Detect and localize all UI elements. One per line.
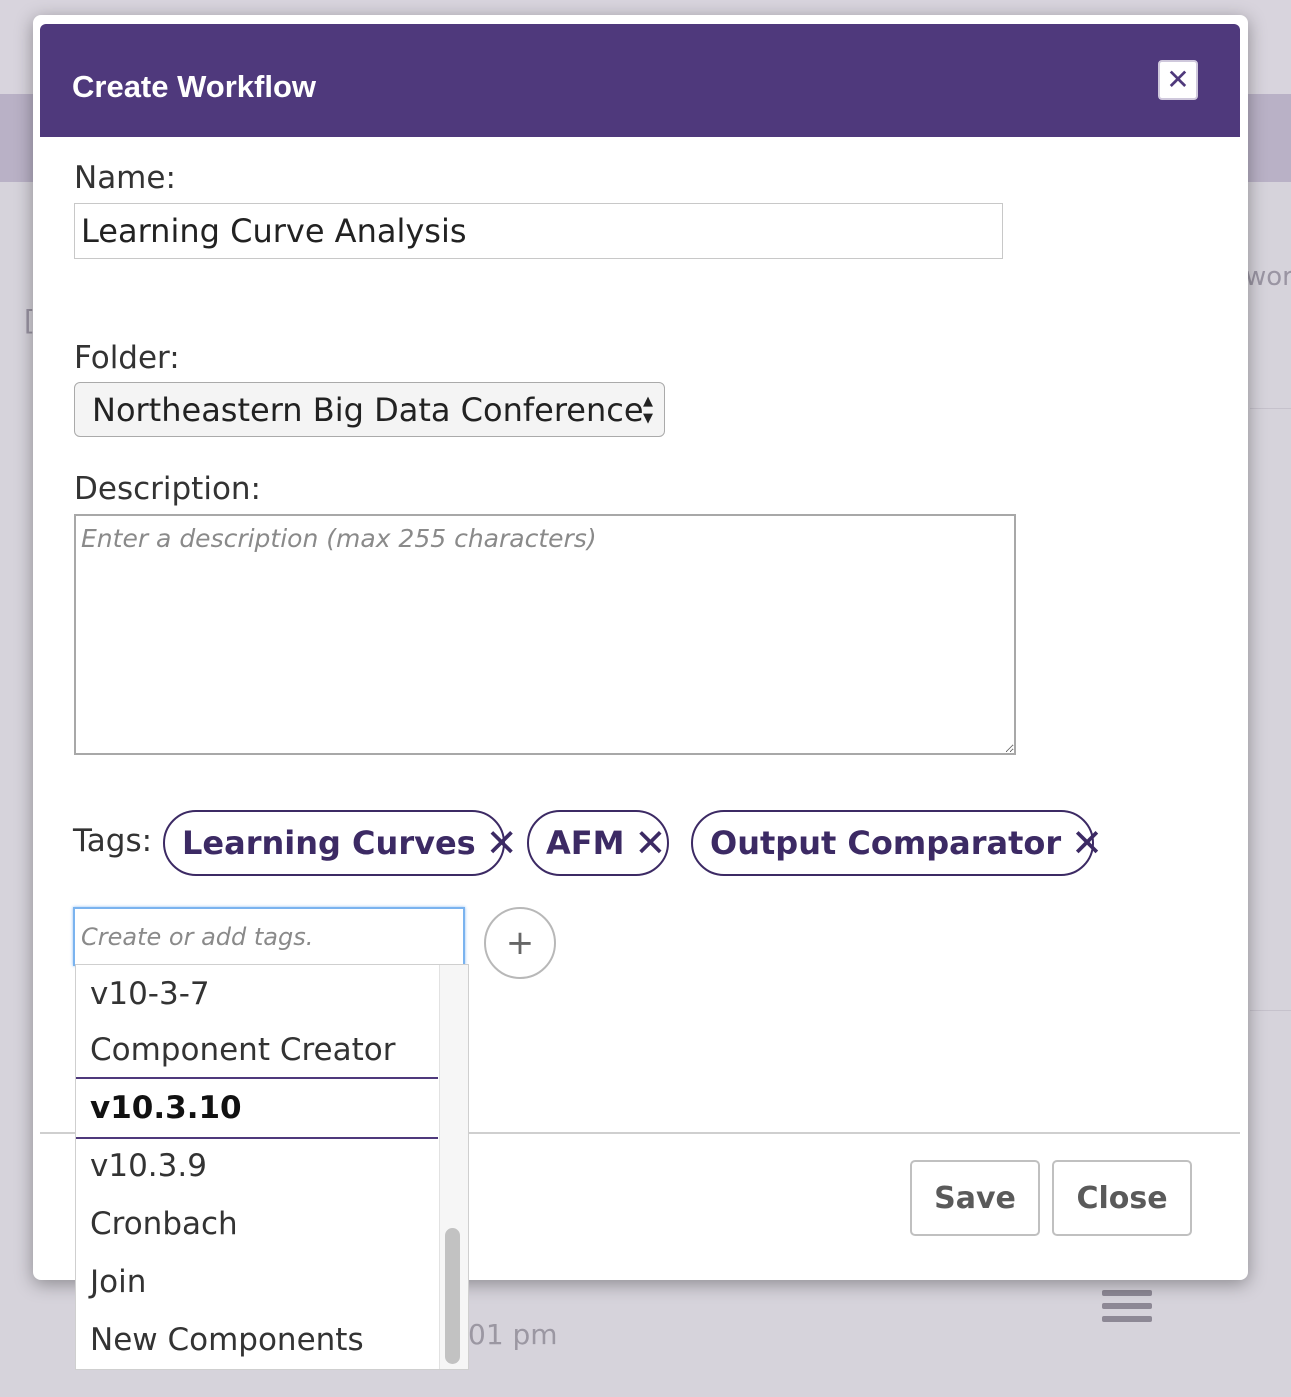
description-label: Description: <box>74 471 261 507</box>
tags-label: Tags: <box>73 823 153 859</box>
dropdown-item[interactable]: New Components <box>76 1311 438 1369</box>
folder-select-value: Northeastern Big Data Conference <box>92 390 644 429</box>
tag-label: Output Comparator <box>710 824 1062 862</box>
close-button[interactable]: Close <box>1052 1160 1192 1236</box>
tag-label: Learning Curves <box>182 824 476 862</box>
name-input[interactable] <box>74 203 1003 259</box>
description-textarea[interactable] <box>74 514 1016 755</box>
close-icon[interactable]: ✕ <box>1158 60 1198 100</box>
dropdown-item[interactable]: v10-3-7 <box>76 965 438 1023</box>
hamburger-menu-icon[interactable] <box>1102 1290 1152 1329</box>
tag-output-comparator: Output Comparator ✕ <box>691 810 1103 876</box>
name-label: Name: <box>74 160 176 196</box>
dropdown-item[interactable]: Component Creator <box>76 1021 438 1079</box>
dropdown-item[interactable]: Join <box>76 1253 438 1311</box>
dialog-title: Create Workflow <box>72 69 317 104</box>
background-text: wor <box>1245 262 1291 292</box>
tag-input[interactable] <box>73 907 465 966</box>
save-button[interactable]: Save <box>910 1160 1040 1236</box>
background-divider <box>1250 408 1291 409</box>
tag-label: AFM <box>546 824 625 862</box>
dropdown-item[interactable]: v10.3.9 <box>76 1137 438 1195</box>
dialog-header: Create Workflow ✕ <box>40 24 1240 137</box>
remove-tag-icon[interactable]: ✕ <box>486 824 518 862</box>
dropdown-item[interactable]: Cronbach <box>76 1195 438 1253</box>
background-divider <box>1250 1010 1291 1011</box>
dropdown-item-active[interactable]: v10.3.10 <box>76 1077 438 1139</box>
remove-tag-icon[interactable]: ✕ <box>1071 824 1103 862</box>
folder-label: Folder: <box>74 340 180 376</box>
remove-tag-icon[interactable]: ✕ <box>634 824 666 862</box>
tag-learning-curves: Learning Curves ✕ <box>163 810 518 876</box>
dropdown-scrollbar-thumb[interactable] <box>445 1228 460 1364</box>
background-timestamp: 01 pm <box>468 1318 558 1351</box>
folder-select[interactable]: Northeastern Big Data Conference ▲ ▼ <box>74 382 665 437</box>
select-arrows-icon: ▲ ▼ <box>643 394 653 426</box>
tag-suggestions-dropdown: v10-3-7 Component Creator v10.3.10 v10.3… <box>75 964 469 1370</box>
tag-afm: AFM ✕ <box>527 810 669 876</box>
add-tag-button[interactable]: + <box>484 907 556 979</box>
